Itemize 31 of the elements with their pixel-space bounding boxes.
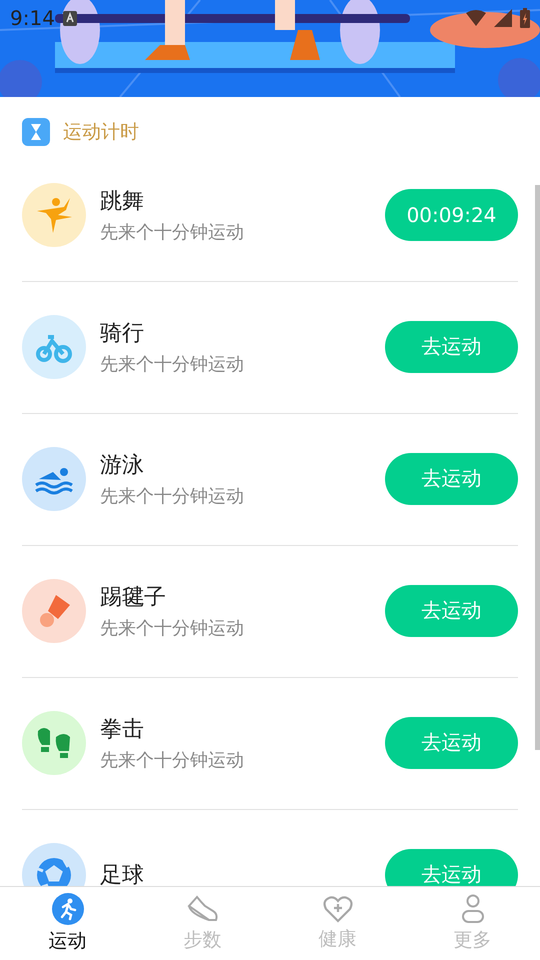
start-button[interactable]: 去运动 [385,452,518,504]
activity-hint: 先来个十分钟运动 [100,220,245,244]
heart-plus-icon [322,895,352,923]
activity-hint: 先来个十分钟运动 [100,748,245,772]
activity-name: 拳击 [100,716,145,744]
clock: 9:14 [10,6,55,30]
nav-tab[interactable]: 健康 [270,887,405,960]
signal-icon [494,9,512,27]
user-icon [460,894,484,924]
hourglass-icon [22,118,50,146]
runner-icon [52,893,84,925]
sneaker-icon [186,894,218,924]
nav-tab[interactable]: 运动 [0,887,135,960]
wifi-icon [466,10,486,26]
activity-name: 骑行 [100,320,145,348]
activity-hint: 先来个十分钟运动 [100,352,245,376]
nav-tab[interactable]: 步数 [135,887,270,960]
battery-icon [520,8,530,28]
activity-name: 跳舞 [100,188,145,216]
start-button[interactable]: 00:09:24 [385,188,518,240]
section-title: 运动计时 [63,120,139,145]
activity-name: 游泳 [100,452,145,480]
activity-hint: 先来个十分钟运动 [100,484,245,508]
activity-hint: 先来个十分钟运动 [100,616,245,640]
nav-tab[interactable]: 更多 [405,887,540,960]
start-button[interactable]: 去运动 [385,584,518,636]
activity-name: 踢毽子 [100,584,167,612]
start-button[interactable]: 去运动 [385,848,518,886]
start-button[interactable]: 去运动 [385,716,518,768]
activity-name: 足球 [100,862,145,886]
start-button[interactable]: 去运动 [385,320,518,372]
